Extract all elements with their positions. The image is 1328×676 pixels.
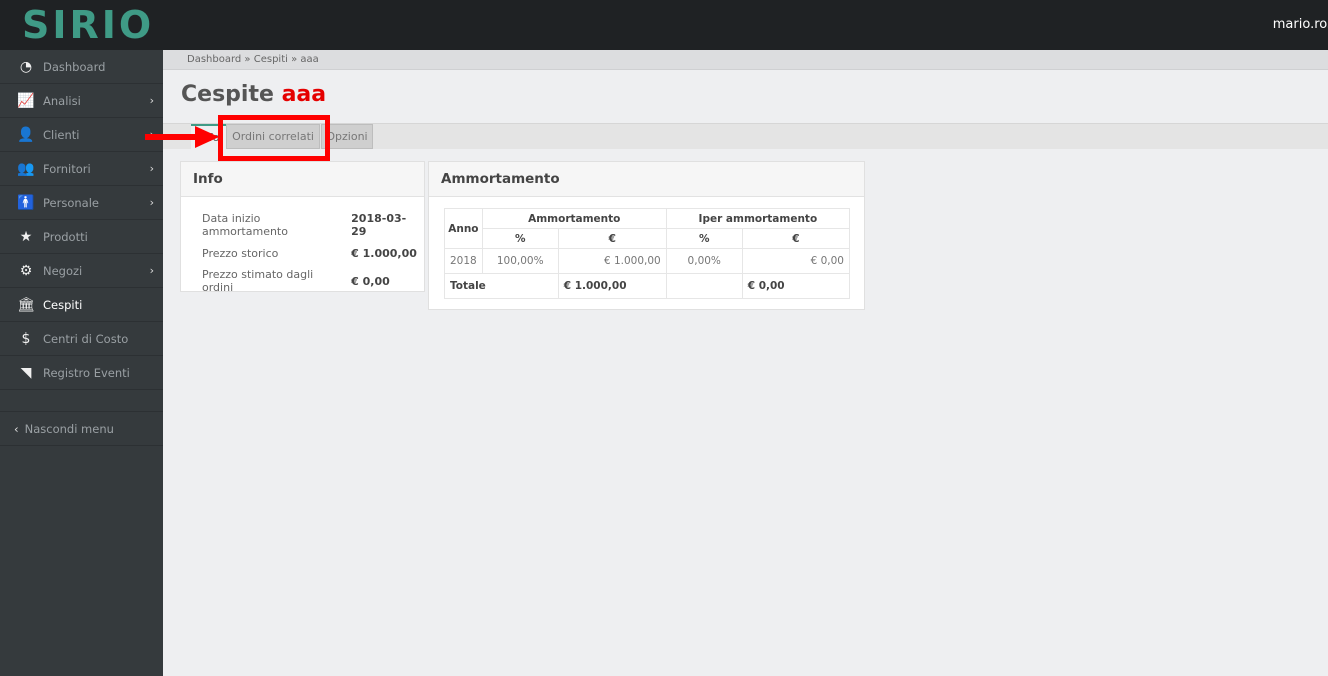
chevron-right-icon: › [149, 196, 154, 209]
page-title: Cespite aaa [181, 82, 326, 107]
info-panel-title: Info [181, 162, 424, 197]
sidebar-item-dashboard[interactable]: ◔ Dashboard [0, 50, 163, 84]
star-icon: ★ [19, 228, 33, 245]
top-bar: SIRIO mario.ros [0, 0, 1328, 50]
info-value: € 0,00 [351, 274, 390, 288]
sidebar-item-label: Dashboard [43, 59, 106, 74]
sidebar-item-label: Clienti [43, 127, 80, 142]
sidebar: ◔Dashboard📈Analisi›👤Clienti›👥Fornitori›🚹… [0, 50, 163, 676]
cell-amm-pct: 100,00% [481, 248, 559, 274]
sidebar-item-personale[interactable]: 🚹 Personale › [0, 186, 163, 220]
chevron-left-icon: ‹ [14, 421, 19, 436]
info-panel: Info Data inizio ammortamento 2018-03-29… [180, 161, 425, 294]
hide-menu-button[interactable]: ‹ Nascondi menu [0, 412, 163, 446]
info-value: € 1.000,00 [351, 246, 417, 260]
col-anno: Anno [444, 208, 483, 249]
hide-menu-label: Nascondi menu [24, 421, 114, 436]
col-iper-pct: % [665, 228, 743, 249]
info-table: Data inizio ammortamento 2018-03-29 Prez… [197, 209, 424, 297]
chevron-right-icon: › [149, 264, 154, 277]
users-icon: 👥 [17, 160, 35, 177]
annotation-arrow-shaft [145, 134, 197, 140]
sidebar-item-label: Prodotti [43, 229, 88, 244]
info-row: Data inizio ammortamento 2018-03-29 [197, 209, 424, 241]
info-label: Prezzo stimato dagli ordini [202, 268, 314, 294]
total-row: Totale € 1.000,00 € 0,00 [444, 273, 851, 299]
user-icon: 👤 [17, 126, 35, 143]
sidebar-item-cespiti[interactable]: 🏛 Cespiti [0, 288, 163, 322]
chevron-right-icon: › [149, 162, 154, 175]
ammortamento-table: Anno Ammortamento Iper ammortamento % € … [444, 208, 851, 299]
bank-icon: 🏛 [17, 296, 35, 313]
sidebar-item-label: Cespiti [43, 297, 83, 312]
cell-iper-eur: € 0,00 [741, 248, 851, 274]
gear-icon: ⚙ [19, 262, 33, 279]
breadcrumb[interactable]: Dashboard » Cespiti » aaa [163, 50, 1328, 70]
total-empty [665, 273, 743, 299]
rss-icon: ◥ [20, 364, 32, 381]
sidebar-item-label: Analisi [43, 93, 81, 108]
sidebar-item-registro-eventi[interactable]: ◥ Registro Eventi [0, 356, 163, 390]
info-row: Prezzo stimato dagli ordini € 0,00 [197, 265, 424, 297]
ammortamento-panel: Ammortamento Anno Ammortamento Iper ammo… [428, 161, 865, 310]
sidebar-item-negozi[interactable]: ⚙ Negozi › [0, 254, 163, 288]
info-label: Prezzo storico [202, 246, 279, 260]
info-row: Prezzo storico € 1.000,00 [197, 241, 424, 265]
tab-bar: Info Ordini correlati Opzioni [163, 123, 1328, 149]
cell-iper-pct: 0,00% [665, 248, 743, 274]
page-title-text: Cespite [181, 82, 274, 107]
page-title-accent: aaa [281, 82, 327, 107]
col-amm-pct: % [481, 228, 559, 249]
table-row: 2018 100,00% € 1.000,00 0,00% € 0,00 [444, 248, 851, 274]
sidebar-item-label: Personale [43, 195, 99, 210]
total-amm-eur: € 1.000,00 [557, 273, 667, 299]
annotation-arrow-head [195, 126, 219, 148]
app-logo[interactable]: SIRIO [22, 3, 154, 47]
dashboard-icon: ◔ [19, 58, 33, 75]
cell-amm-eur: € 1.000,00 [557, 248, 667, 274]
sidebar-item-analisi[interactable]: 📈 Analisi › [0, 84, 163, 118]
sidebar-item-label: Registro Eventi [43, 365, 130, 380]
line-chart-icon: 📈 [17, 92, 35, 109]
total-iper-eur: € 0,00 [741, 273, 851, 299]
sidebar-item-label: Centri di Costo [43, 331, 129, 346]
sidebar-item-fornitori[interactable]: 👥 Fornitori › [0, 152, 163, 186]
info-label: Data inizio ammortamento [202, 212, 288, 238]
chevron-right-icon: › [149, 94, 154, 107]
col-amm-eur: € [557, 228, 667, 249]
dollar-icon: $ [21, 330, 31, 347]
col-iper-ammortamento: Iper ammortamento [665, 208, 851, 229]
ammortamento-panel-title: Ammortamento [429, 162, 864, 197]
col-ammortamento: Ammortamento [481, 208, 667, 229]
annotation-highlight-box [218, 115, 330, 161]
total-label: Totale [444, 273, 559, 299]
user-menu[interactable]: mario.ros [1273, 17, 1328, 32]
sidebar-item-label: Negozi [43, 263, 83, 278]
sidebar-spacer [0, 390, 163, 412]
sidebar-item-label: Fornitori [43, 161, 91, 176]
info-value: 2018-03-29 [351, 212, 407, 238]
sidebar-item-centri-di-costo[interactable]: $ Centri di Costo [0, 322, 163, 356]
col-iper-eur: € [741, 228, 851, 249]
male-icon: 🚹 [17, 194, 35, 211]
sidebar-item-prodotti[interactable]: ★ Prodotti [0, 220, 163, 254]
sidebar-item-clienti[interactable]: 👤Clienti› [0, 118, 163, 152]
cell-anno: 2018 [444, 248, 483, 274]
